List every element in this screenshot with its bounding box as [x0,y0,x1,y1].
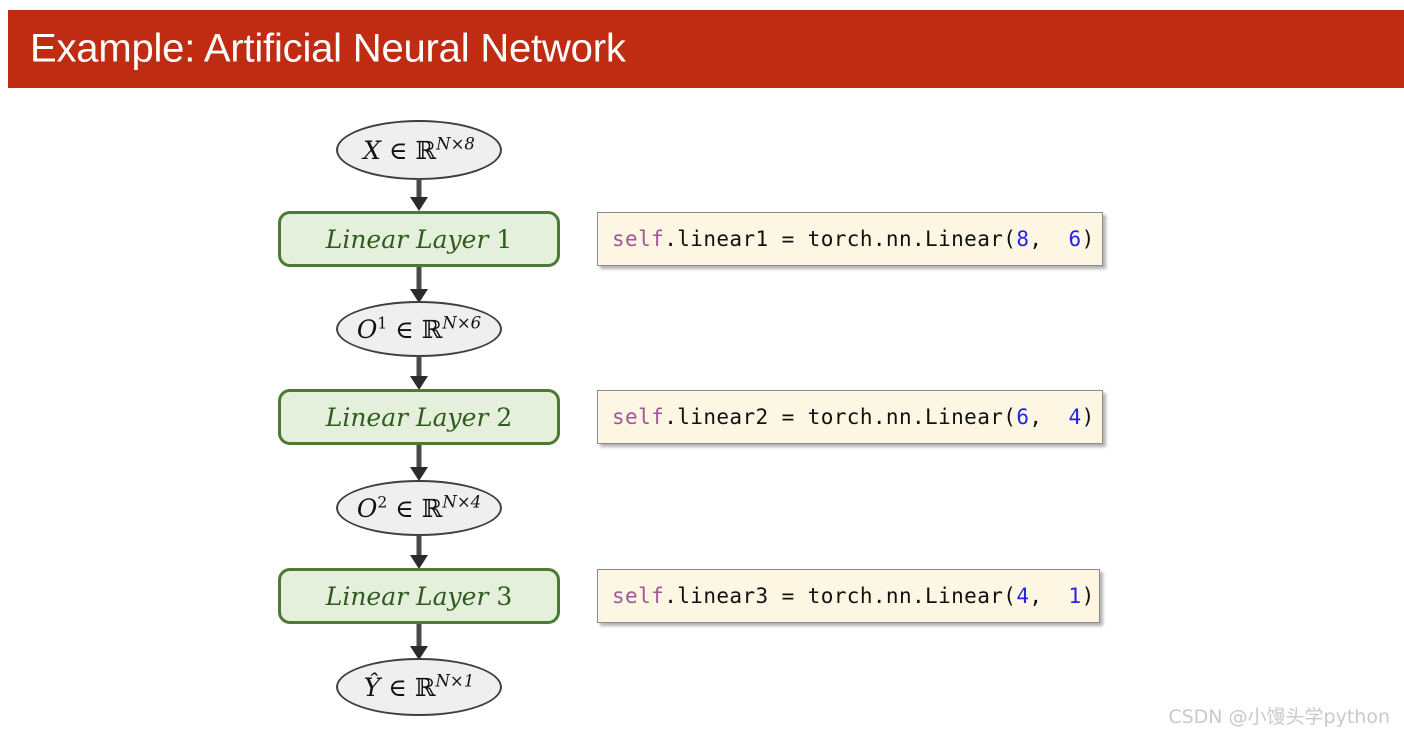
csdn-watermark: CSDN @小馒头学python [1168,706,1390,728]
token-rest-1: .linear1 = torch.nn.Linear( [664,226,1017,251]
node-output-yhat-label: Ŷ ∈ ℝN×1 [363,672,474,702]
layer3-text: Linear Layer [325,581,489,611]
symbol-x: X [363,135,381,165]
layer3-index: 3 [496,581,513,611]
relation-in-o2: ∈ [395,493,414,523]
relation-in-yhat: ∈ [388,672,407,702]
token-rest-3: .linear3 = torch.nn.Linear( [664,583,1017,608]
token-arg1-3: 4 [1016,583,1030,608]
superscript-o2: 2 [377,493,388,512]
node-linear-layer-1-label: Linear Layer 1 [326,227,513,252]
space-reals-o2: ℝ [421,493,443,523]
code-box-linear2[interactable]: self.linear2 = torch.nn.Linear(6, 4) [597,390,1103,444]
relation-in-o1: ∈ [395,314,414,344]
arrow-x-to-layer1 [405,178,433,211]
dims-o1: N×6 [442,313,482,333]
node-output-o1-label: O1 ∈ ℝN×6 [356,314,481,344]
token-self-2: self [612,404,665,429]
arrow-layer3-to-yhat [405,624,433,660]
token-close-2: ) [1081,404,1095,429]
code-box-linear1[interactable]: self.linear1 = torch.nn.Linear(8, 6) [597,212,1103,266]
token-arg2-3: 1 [1068,583,1082,608]
layer1-index: 1 [496,224,513,254]
token-close-1: ) [1081,226,1095,251]
space-reals-yhat: ℝ [414,672,436,702]
node-linear-layer-2-label: Linear Layer 2 [326,405,513,430]
neural-network-flowchart: X ∈ ℝN×8 Linear Layer 1 self.linear1 = t… [0,88,1404,739]
slide-title-bar: Example: Artificial Neural Network [8,10,1404,88]
space-reals: ℝ [415,135,437,165]
code-box-linear3[interactable]: self.linear3 = torch.nn.Linear(4, 1) [597,569,1100,623]
node-output-yhat[interactable]: Ŷ ∈ ℝN×1 [336,658,502,716]
arrow-o2-to-layer3 [405,535,433,569]
token-comma-1: , [1029,226,1069,251]
node-output-o2[interactable]: O2 ∈ ℝN×4 [336,480,502,536]
layer2-text: Linear Layer [325,402,489,432]
token-close-3: ) [1081,583,1095,608]
relation-in: ∈ [388,135,408,165]
token-comma-2: , [1029,404,1069,429]
token-rest-2: .linear2 = torch.nn.Linear( [664,404,1017,429]
node-output-o1[interactable]: O1 ∈ ℝN×6 [336,301,502,357]
dims-x: N×8 [436,134,475,154]
token-arg1-2: 6 [1016,404,1030,429]
symbol-yhat: Ŷ [363,672,381,702]
dims-yhat: N×1 [435,671,475,691]
node-output-o2-label: O2 ∈ ℝN×4 [356,493,481,523]
token-arg2-2: 4 [1068,404,1082,429]
code-text-linear1: self.linear1 = torch.nn.Linear(8, 6) [612,226,1095,251]
arrow-layer2-to-o2 [405,445,433,481]
token-comma-3: , [1029,583,1069,608]
node-linear-layer-2[interactable]: Linear Layer 2 [278,389,560,445]
node-linear-layer-3-label: Linear Layer 3 [326,584,513,609]
superscript-o1: 1 [377,314,388,333]
layer2-index: 2 [496,402,513,432]
symbol-o1: O [356,314,378,344]
token-self-1: self [612,226,665,251]
dims-o2: N×4 [442,492,482,512]
code-text-linear3: self.linear3 = torch.nn.Linear(4, 1) [612,583,1095,608]
code-text-linear2: self.linear2 = torch.nn.Linear(6, 4) [612,404,1095,429]
node-linear-layer-1[interactable]: Linear Layer 1 [278,211,560,267]
layer1-text: Linear Layer [325,224,489,254]
node-linear-layer-3[interactable]: Linear Layer 3 [278,568,560,624]
page-title: Example: Artificial Neural Network [30,26,626,71]
space-reals-o1: ℝ [421,314,443,344]
arrow-layer1-to-o1 [405,267,433,303]
arrow-o1-to-layer2 [405,356,433,390]
node-input-x[interactable]: X ∈ ℝN×8 [336,120,502,180]
token-arg2-1: 6 [1068,226,1082,251]
token-arg1-1: 8 [1016,226,1030,251]
symbol-o2: O [356,493,378,523]
token-self-3: self [612,583,665,608]
node-input-x-label: X ∈ ℝN×8 [363,135,475,165]
